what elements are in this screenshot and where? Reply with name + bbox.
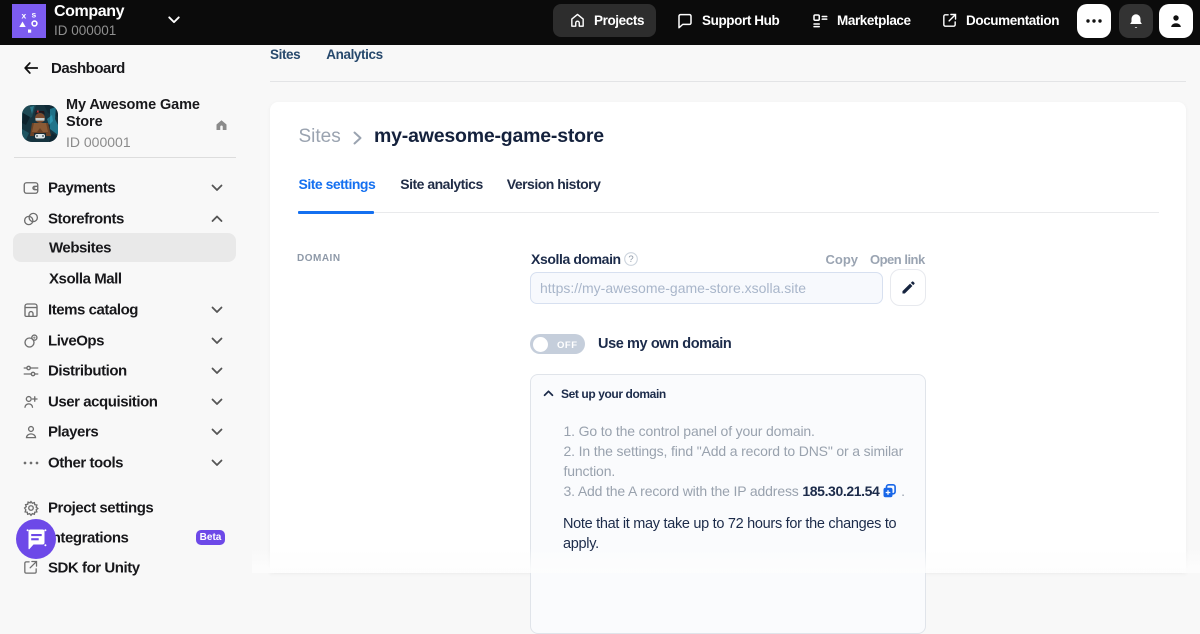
svg-text:?: ? <box>628 254 633 265</box>
svg-text:s: s <box>32 10 37 20</box>
svg-text:x: x <box>22 11 27 21</box>
